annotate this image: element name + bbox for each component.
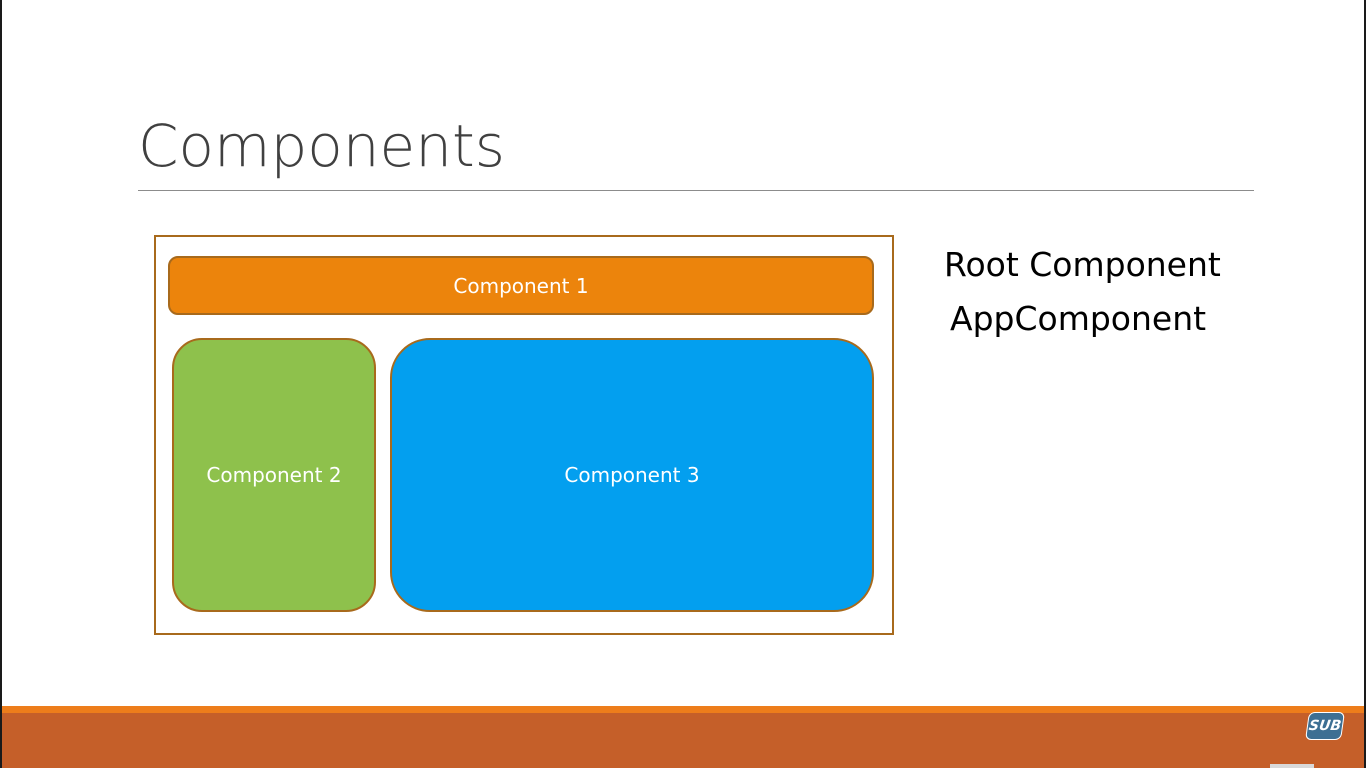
component-3-box: Component 3: [390, 338, 874, 612]
component-2-box: Component 2: [172, 338, 376, 612]
component-1-label: Component 1: [453, 273, 589, 298]
footer-bar: [2, 713, 1364, 768]
slide-title: Components: [138, 112, 505, 180]
component-2-label: Component 2: [206, 463, 342, 487]
component-1-box: Component 1: [168, 256, 874, 315]
bottom-strip: [1270, 764, 1314, 768]
root-component-label: Root Component: [944, 245, 1221, 284]
component-3-label: Component 3: [564, 463, 700, 487]
app-component-label: AppComponent: [950, 299, 1207, 338]
slide: Components Component 1 Component 2 Compo…: [0, 0, 1366, 768]
subscribe-badge-label: SUB: [1307, 718, 1343, 734]
subscribe-badge-icon[interactable]: SUB: [1305, 712, 1345, 740]
title-divider: [138, 190, 1254, 191]
footer-accent-bar: [2, 706, 1364, 713]
